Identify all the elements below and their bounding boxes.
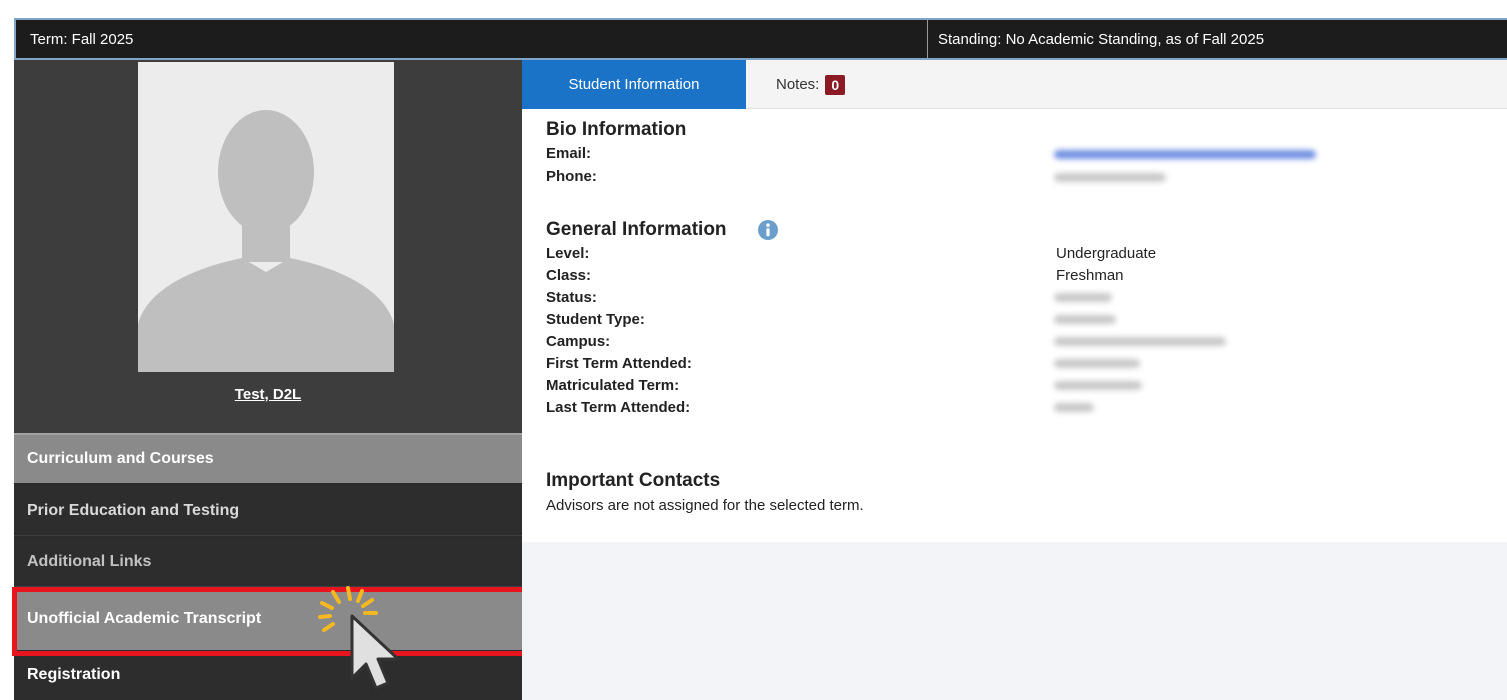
class-value: Freshman — [1056, 267, 1124, 284]
student-name-link[interactable]: Test, D2L — [14, 386, 522, 403]
standing-label: Standing: — [938, 30, 1002, 48]
contacts-section-title: Important Contacts — [546, 470, 721, 491]
last-term-label: Last Term Attended: — [546, 399, 691, 416]
standing-value: No Academic Standing, as of Fall 2025 — [1005, 30, 1265, 48]
first-term-value-redacted — [1054, 359, 1140, 368]
matriculated-term-value-redacted — [1054, 381, 1142, 390]
term-label: Term: — [30, 30, 68, 48]
campus-value-redacted — [1054, 337, 1226, 346]
campus-label: Campus: — [546, 333, 611, 350]
student-type-label: Student Type: — [546, 311, 645, 328]
term-standing-bar: Term: Fall 2025 Standing: No Academic St… — [14, 18, 1507, 60]
tab-notes[interactable]: Notes: 0 — [776, 60, 846, 109]
standing-display: Standing: No Academic Standing, as of Fa… — [928, 20, 1507, 58]
info-icon[interactable] — [758, 220, 778, 240]
sidebar: Test, D2L Curriculum and Courses Prior E… — [14, 60, 522, 700]
bio-section-title: Bio Information — [546, 119, 687, 140]
status-value-redacted — [1054, 293, 1112, 302]
content-empty-area — [522, 542, 1507, 700]
student-type-value-redacted — [1054, 315, 1116, 324]
sidebar-item-curriculum[interactable]: Curriculum and Courses — [14, 433, 522, 483]
main-content: Student Information Notes: 0 Bio Informa… — [522, 60, 1507, 542]
notes-label: Notes: — [776, 76, 820, 93]
level-value: Undergraduate — [1056, 245, 1157, 262]
sidebar-item-registration[interactable]: Registration — [14, 650, 522, 700]
term-value: Fall 2025 — [71, 30, 134, 48]
matriculated-term-label: Matriculated Term: — [546, 377, 680, 394]
tab-bar: Student Information Notes: 0 — [522, 60, 1507, 109]
email-value-redacted[interactable] — [1054, 150, 1316, 159]
sidebar-item-prior-education[interactable]: Prior Education and Testing — [14, 486, 522, 536]
level-label: Level: — [546, 245, 590, 262]
term-selector[interactable]: Term: Fall 2025 — [16, 20, 928, 58]
avatar-placeholder-icon — [138, 62, 394, 372]
general-section-title: General Information — [546, 219, 727, 240]
status-label: Status: — [546, 289, 597, 306]
notes-count-badge: 0 — [825, 74, 846, 95]
class-label: Class: — [546, 267, 592, 284]
last-term-value-redacted — [1054, 403, 1094, 412]
phone-value-redacted — [1054, 173, 1166, 182]
tab-student-information[interactable]: Student Information — [522, 60, 746, 109]
sidebar-item-unofficial-transcript[interactable]: Unofficial Academic Transcript — [14, 588, 522, 650]
phone-label: Phone: — [546, 168, 597, 185]
sidebar-item-additional-links[interactable]: Additional Links — [14, 537, 522, 587]
advisors-message: Advisors are not assigned for the select… — [546, 497, 864, 514]
email-label: Email: — [546, 145, 592, 162]
profile-panel: Test, D2L — [14, 60, 522, 433]
first-term-label: First Term Attended: — [546, 355, 692, 372]
